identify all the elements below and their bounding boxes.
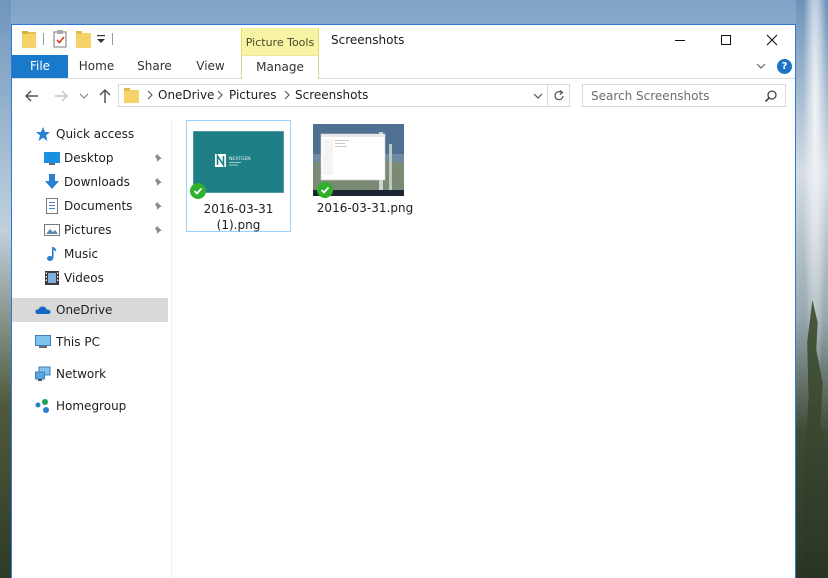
picture-icon — [44, 224, 60, 236]
desktop-background-right — [796, 0, 828, 578]
refresh-button[interactable] — [548, 84, 570, 107]
picture-tools-context-label: Picture Tools — [241, 28, 319, 55]
title-bar: Picture Tools Screenshots — [12, 25, 795, 55]
pin-icon[interactable] — [154, 201, 164, 211]
computer-icon — [35, 335, 51, 348]
address-bar[interactable]: OneDrive Pictures Screenshots — [118, 84, 548, 107]
desktop-background-left — [0, 0, 11, 578]
help-icon[interactable]: ? — [777, 59, 792, 74]
breadcrumb-pictures[interactable]: Pictures — [229, 88, 277, 102]
music-note-icon — [47, 247, 57, 261]
tab-share[interactable]: Share — [132, 55, 177, 78]
nav-network[interactable]: Network — [12, 362, 168, 386]
nav-label: Documents — [64, 199, 133, 213]
sync-status-check-icon — [317, 182, 333, 198]
file-name-line: 2016-03-31 — [203, 202, 274, 216]
properties-icon[interactable] — [53, 30, 67, 48]
pin-icon[interactable] — [154, 177, 164, 187]
forward-arrow-icon[interactable] — [52, 87, 70, 105]
tab-file[interactable]: File — [12, 55, 68, 78]
cloud-icon — [35, 306, 51, 314]
nav-label: Homegroup — [56, 399, 127, 413]
expand-ribbon-chevron-icon[interactable] — [755, 60, 767, 72]
file-item[interactable]: NEXTGEN 2016-03-31 (1).png — [186, 120, 291, 232]
nav-label: This PC — [56, 335, 100, 349]
file-item[interactable]: 2016-03-31.png — [313, 120, 424, 232]
desktop-icon — [44, 152, 60, 165]
breadcrumb-onedrive[interactable]: OneDrive — [158, 88, 214, 102]
nav-label: Videos — [64, 271, 104, 285]
ribbon-tab-bar: File Home Share View Manage ? — [12, 55, 795, 79]
breadcrumb-screenshots[interactable]: Screenshots — [295, 88, 368, 102]
minimize-button[interactable] — [657, 25, 703, 55]
folder-icon[interactable] — [22, 31, 36, 48]
qat-separator — [112, 33, 113, 45]
file-name: 2016-03-31 (1).png — [187, 201, 290, 233]
document-icon — [46, 198, 58, 214]
film-strip-icon — [45, 271, 59, 285]
nav-label: Downloads — [64, 175, 130, 189]
breadcrumb-chevron-icon[interactable] — [283, 90, 291, 100]
nav-quick-access[interactable]: Quick access — [12, 122, 168, 146]
file-name-line: (1).png — [216, 218, 261, 232]
nav-label: Network — [56, 367, 107, 381]
customize-qat-icon[interactable] — [96, 32, 106, 46]
nav-documents[interactable]: Documents — [12, 194, 168, 218]
nav-downloads[interactable]: Downloads — [12, 170, 168, 194]
nav-music[interactable]: Music — [12, 242, 168, 266]
search-icon[interactable] — [764, 89, 778, 103]
address-dropdown-chevron-icon[interactable] — [532, 90, 544, 102]
image-thumbnail: NEXTGEN — [193, 131, 284, 193]
tab-view[interactable]: View — [189, 55, 232, 78]
homegroup-icon — [35, 399, 49, 413]
up-arrow-icon[interactable] — [96, 87, 114, 105]
recent-locations-chevron-icon[interactable] — [75, 87, 93, 105]
file-name: 2016-03-31.png — [305, 200, 425, 216]
nav-desktop[interactable]: Desktop — [12, 146, 168, 170]
network-icon — [35, 366, 51, 381]
search-placeholder: Search Screenshots — [591, 89, 710, 103]
folder-icon — [124, 88, 139, 103]
nav-homegroup[interactable]: Homegroup — [12, 394, 168, 418]
file-list: NEXTGEN 2016-03-31 (1).png 2016-03-31.pn… — [180, 115, 795, 578]
new-folder-icon[interactable] — [76, 31, 91, 48]
nav-label: Music — [64, 247, 99, 261]
pin-icon[interactable] — [154, 153, 164, 163]
close-icon — [766, 34, 778, 46]
nav-label: Quick access — [56, 127, 135, 141]
breadcrumb-chevron-icon[interactable] — [216, 90, 224, 100]
file-name-line: 2016-03-31.png — [316, 201, 414, 215]
nav-this-pc[interactable]: This PC — [12, 330, 168, 354]
nav-onedrive[interactable]: OneDrive — [12, 298, 168, 322]
qat-separator — [43, 33, 44, 45]
nav-label: OneDrive — [56, 303, 113, 317]
nav-pictures[interactable]: Pictures — [12, 218, 168, 242]
navigation-pane: Quick access Desktop Downloads Documents… — [12, 120, 172, 578]
maximize-button[interactable] — [703, 25, 749, 55]
nav-videos[interactable]: Videos — [12, 266, 168, 290]
star-icon — [36, 127, 50, 141]
breadcrumb-chevron-icon[interactable] — [146, 90, 154, 100]
back-arrow-icon[interactable] — [23, 87, 41, 105]
tab-manage[interactable]: Manage — [241, 55, 319, 79]
close-button[interactable] — [749, 25, 795, 55]
tab-home[interactable]: Home — [74, 55, 119, 78]
pin-icon[interactable] — [154, 225, 164, 235]
thumb-brand-text: NEXTGEN — [229, 156, 251, 162]
window-title: Screenshots — [331, 33, 405, 47]
download-arrow-icon — [45, 174, 59, 189]
refresh-icon — [554, 90, 564, 101]
nav-label: Desktop — [64, 151, 114, 165]
nav-label: Pictures — [64, 223, 112, 237]
file-explorer-window: Picture Tools Screenshots File Home Shar… — [11, 24, 796, 578]
minimize-icon — [675, 40, 685, 41]
maximize-icon — [721, 35, 731, 45]
sync-status-check-icon — [190, 183, 206, 199]
search-box[interactable]: Search Screenshots — [582, 84, 786, 107]
